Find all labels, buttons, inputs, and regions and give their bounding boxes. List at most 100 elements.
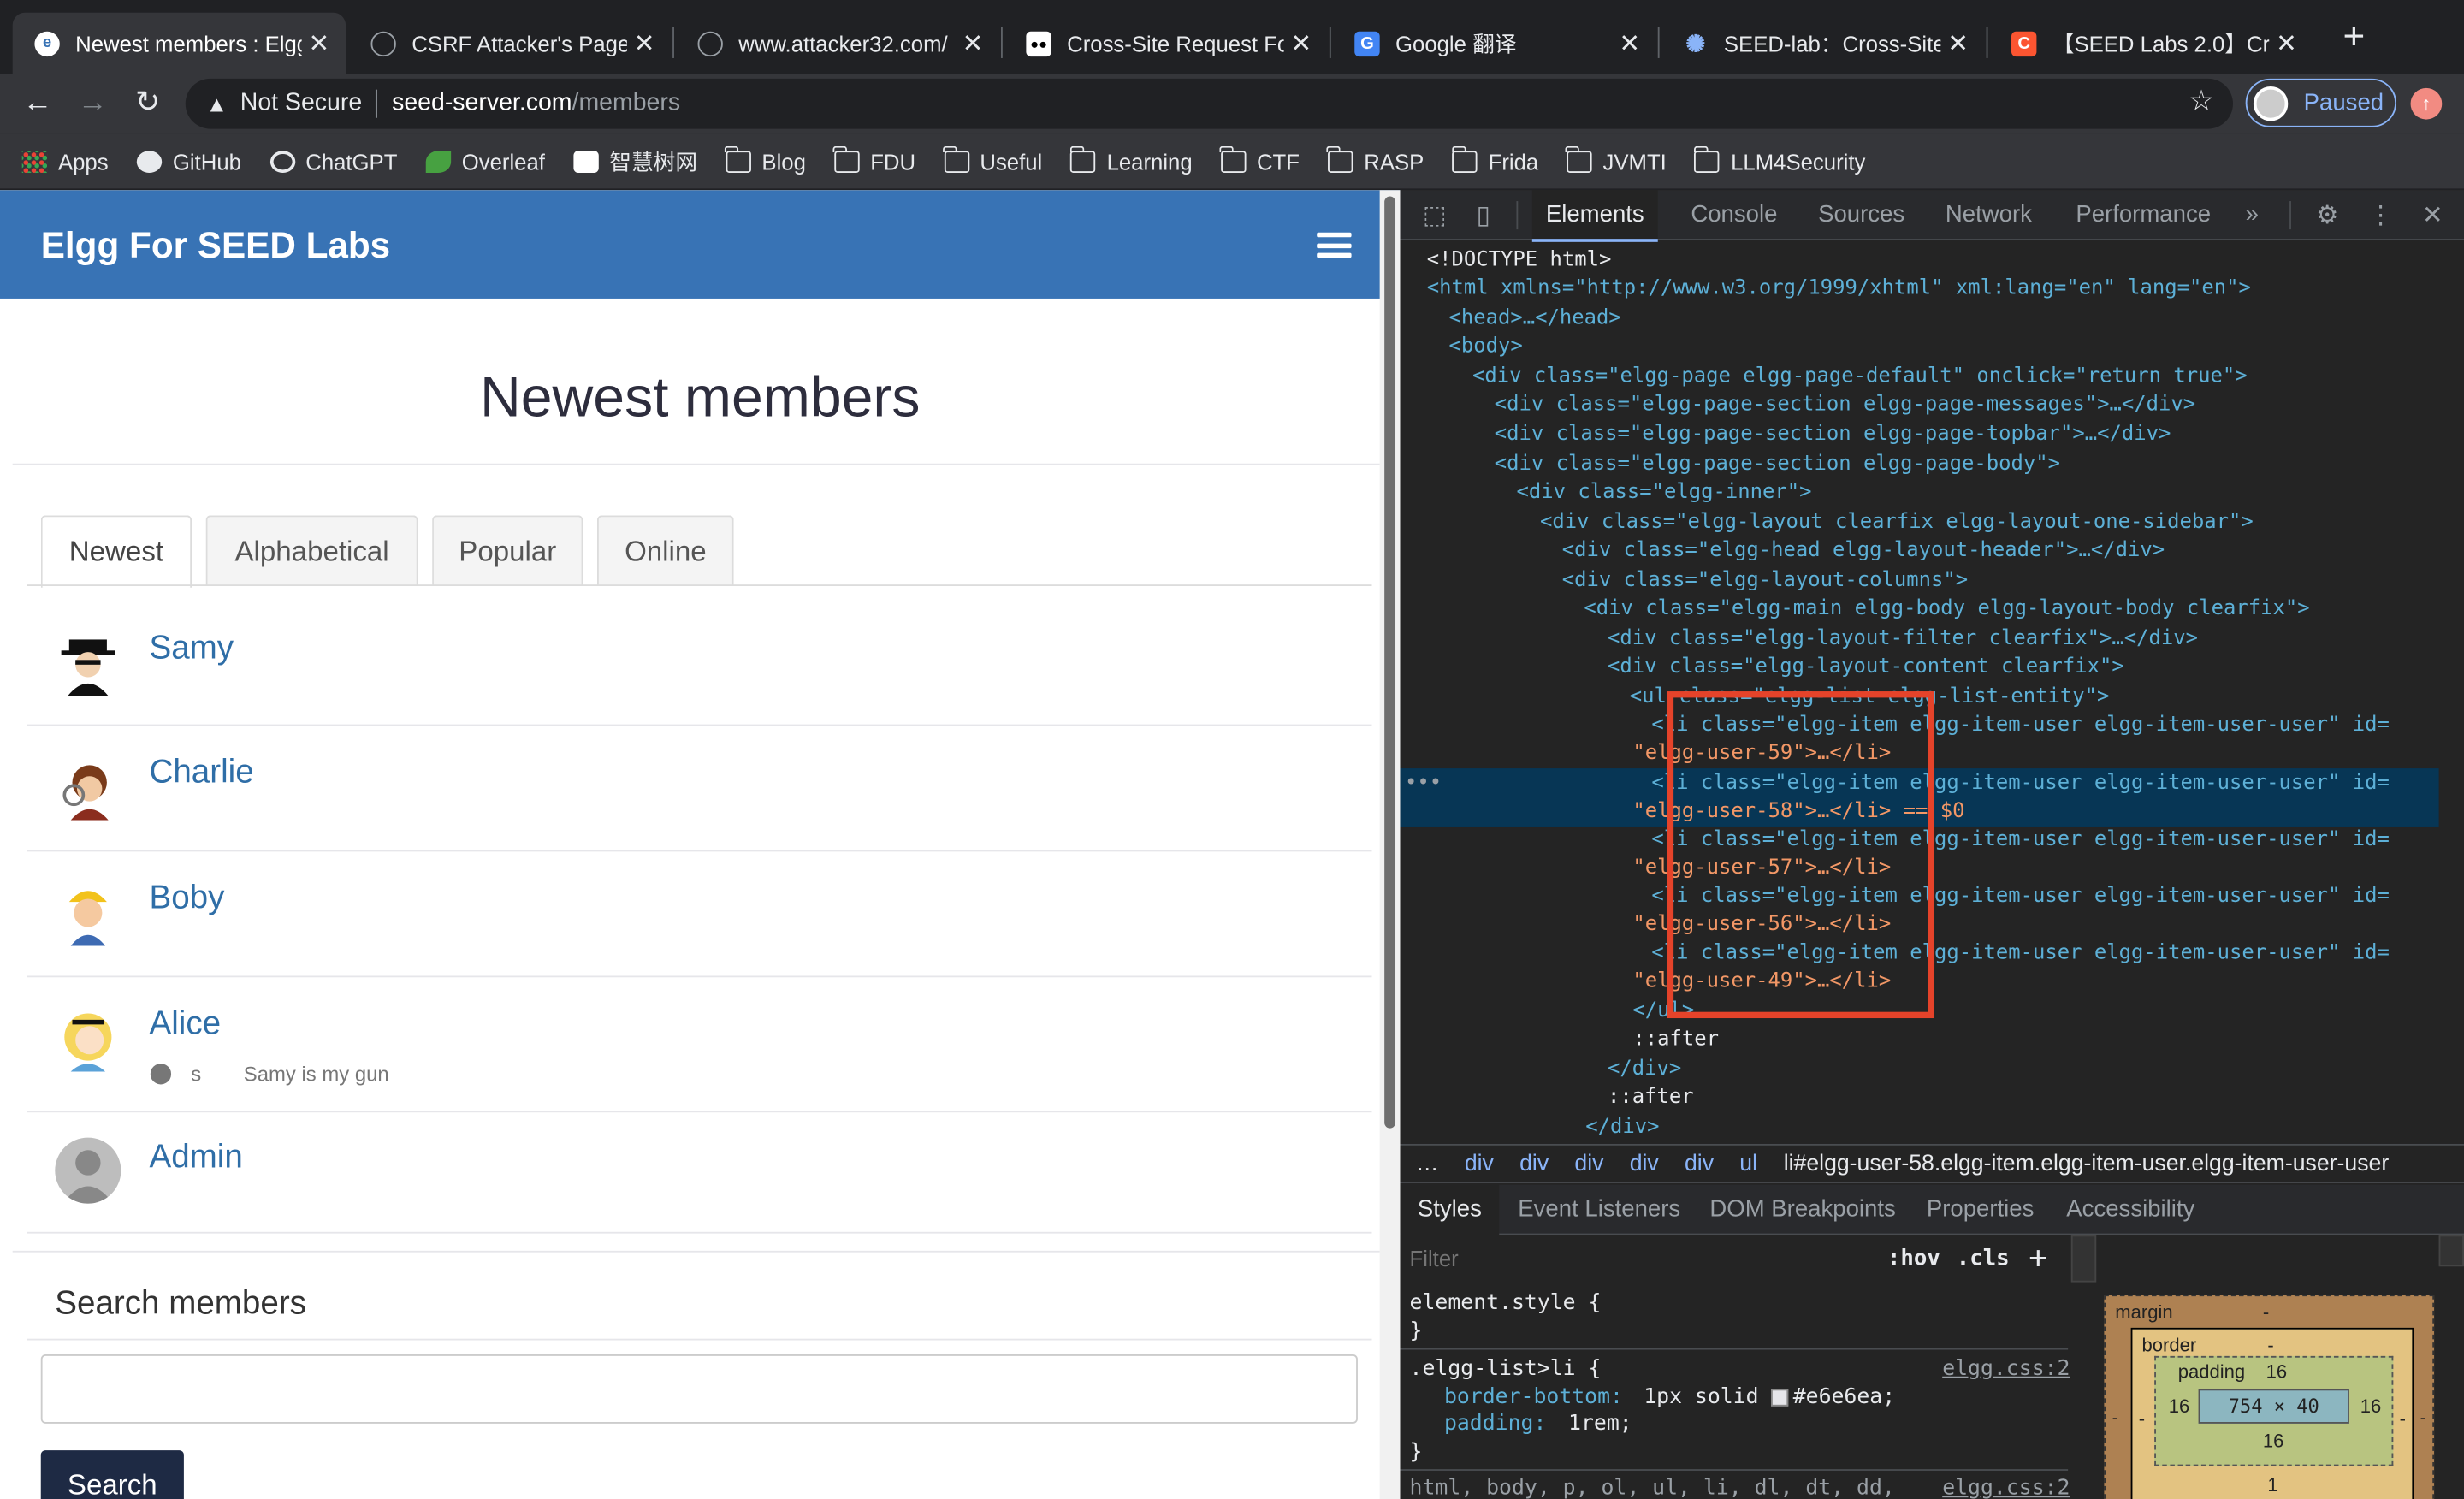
close-icon[interactable]: ✕ <box>627 27 661 59</box>
bookmark-llm4security[interactable]: LLM4Security <box>1693 145 1865 174</box>
padding-box[interactable]: padding 16 16 16 16 754 × 40 <box>2154 1355 2394 1466</box>
avatar[interactable] <box>55 880 121 946</box>
avatar[interactable] <box>55 630 121 696</box>
tab-network[interactable]: Network <box>1946 190 2032 240</box>
bookmark-ctf[interactable]: CTF <box>1219 145 1300 174</box>
dom-line[interactable]: <div class="elgg-layout-filter clearfix"… <box>1608 625 2198 655</box>
css-property[interactable]: padding: <box>1444 1409 1546 1437</box>
tab-attacker32[interactable]: www.attacker32.com/ ✕ <box>676 13 999 74</box>
tab-newest[interactable]: Newest <box>40 515 192 588</box>
tab-styles[interactable]: Styles <box>1400 1184 1500 1235</box>
close-icon[interactable]: ✕ <box>1284 27 1318 59</box>
rule-source-link[interactable]: elgg.css:2 <box>1942 1354 2070 1383</box>
avatar[interactable] <box>55 1005 121 1072</box>
close-icon[interactable]: ✕ <box>302 27 336 59</box>
more-tabs-icon[interactable]: » <box>2246 190 2259 240</box>
styles-scrollbar[interactable] <box>2070 1235 2097 1283</box>
bookmark-frida[interactable]: Frida <box>1451 145 1538 174</box>
hov-toggle[interactable]: :hov <box>1887 1246 1940 1271</box>
tab-sources[interactable]: Sources <box>1818 190 1904 240</box>
color-swatch[interactable] <box>1770 1389 1789 1407</box>
address-bar[interactable]: ▲ Not Secure seed-server.com /members ☆ <box>185 78 2233 129</box>
dom-line[interactable]: <div class="elgg-layout-columns"> <box>1562 567 1968 596</box>
dom-line[interactable]: <div class="elgg-page-section elgg-page-… <box>1495 421 2171 450</box>
kebab-menu-icon[interactable]: ⋮ <box>2365 199 2396 231</box>
close-icon[interactable]: ✕ <box>2417 199 2449 231</box>
breadcrumb-item[interactable]: … <box>1416 1146 1439 1183</box>
dom-line[interactable]: <body> <box>1448 333 1522 362</box>
css-value[interactable]: 1px solid <box>1644 1383 1758 1411</box>
device-toolbar-icon[interactable]: ▯ <box>1468 199 1500 231</box>
search-button[interactable]: Search <box>40 1450 184 1499</box>
dom-line[interactable]: <div class="elgg-page elgg-page-default"… <box>1472 363 2248 392</box>
css-property[interactable]: border-bottom: <box>1444 1383 1623 1411</box>
update-icon[interactable]: ↑ <box>2410 87 2443 120</box>
forward-arrow-icon[interactable]: → <box>71 81 115 125</box>
dom-line[interactable]: <div class="elgg-main elgg-body elgg-lay… <box>1584 595 2309 625</box>
rule-selector[interactable]: html, body, p, ol, ul, li, dl, dt, dd, <box>1410 1474 1895 1499</box>
tab-performance[interactable]: Performance <box>2076 190 2211 240</box>
breadcrumb-item[interactable]: div <box>1574 1146 1603 1183</box>
breadcrumb-item[interactable]: ul <box>1739 1146 1757 1183</box>
member-name-link[interactable]: Alice <box>149 1005 221 1043</box>
profile-button[interactable]: Paused <box>2245 78 2397 127</box>
tab-online[interactable]: Online <box>596 515 734 587</box>
dom-line[interactable]: </div> <box>1608 1056 1681 1085</box>
css-color-value[interactable]: #e6e6ea; <box>1793 1383 1895 1411</box>
bookmark-blog[interactable]: Blog <box>725 145 806 174</box>
tab-medium-csrf[interactable]: ●● Cross-Site Request Fo ✕ <box>1004 13 1328 74</box>
box-model-scrollbar[interactable] <box>2438 1235 2464 1267</box>
tab-accessibility[interactable]: Accessibility <box>2066 1185 2194 1235</box>
bookmark-chatgpt[interactable]: ChatGPT <box>269 149 397 174</box>
bookmark-overleaf[interactable]: Overleaf <box>425 149 545 174</box>
member-name-link[interactable]: Boby <box>149 880 224 917</box>
member-name-link[interactable]: Samy <box>149 630 234 667</box>
site-logo[interactable]: Elgg For SEED Labs <box>41 225 390 268</box>
breadcrumb-item[interactable]: div <box>1465 1146 1494 1183</box>
tab-csrf-attacker[interactable]: CSRF Attacker's Page ✕ <box>349 13 672 74</box>
inspect-element-icon[interactable]: ⬚ <box>1419 199 1451 231</box>
dom-line[interactable]: <div class="elgg-layout clearfix elgg-la… <box>1540 509 2254 538</box>
rule-selector[interactable]: .elgg-list>li { <box>1410 1354 1602 1383</box>
hamburger-menu-icon[interactable] <box>1317 232 1352 258</box>
tab-popular[interactable]: Popular <box>432 515 583 587</box>
bookmark-useful[interactable]: Useful <box>943 145 1042 174</box>
member-name-link[interactable]: Charlie <box>149 755 253 792</box>
dom-line[interactable]: <div class="elgg-inner"> <box>1516 479 1811 508</box>
close-icon[interactable]: ✕ <box>1612 27 1646 59</box>
breadcrumb-item[interactable]: div <box>1685 1146 1714 1183</box>
avatar[interactable] <box>55 1137 121 1204</box>
border-box[interactable]: border - - - 1 padding 16 16 16 16 754 ×… <box>2130 1327 2414 1499</box>
dom-line[interactable]: ::after <box>1632 1026 1719 1055</box>
bookmark-jvmti[interactable]: JVMTI <box>1566 145 1667 174</box>
cls-toggle[interactable]: .cls <box>1957 1246 2010 1271</box>
styles-filter-input[interactable] <box>1409 1241 1850 1277</box>
close-icon[interactable]: ✕ <box>2269 27 2303 59</box>
tab-elements[interactable]: Elements <box>1531 190 1658 242</box>
dom-line[interactable]: <div class="elgg-head elgg-layout-header… <box>1562 537 2165 566</box>
tab-console[interactable]: Console <box>1691 190 1777 240</box>
dom-line[interactable]: <div class="elgg-layout-content clearfix… <box>1608 654 2124 683</box>
bookmark-star-icon[interactable]: ☆ <box>2189 85 2214 118</box>
tab-properties[interactable]: Properties <box>1927 1185 2035 1235</box>
ellipsis-icon[interactable]: ••• <box>1405 770 1442 799</box>
bookmark-rasp[interactable]: RASP <box>1326 145 1424 174</box>
dom-line[interactable]: <head>…</head> <box>1448 305 1620 334</box>
dom-line[interactable]: <html xmlns="http://www.w3.org/1999/xhtm… <box>1427 275 2251 304</box>
member-name-link[interactable]: Admin <box>149 1139 242 1176</box>
dom-line[interactable]: <div class="elgg-page-section elgg-page-… <box>1495 391 2195 420</box>
page-scrollbar[interactable] <box>1379 190 1401 1499</box>
scrollbar-thumb[interactable] <box>1384 196 1396 1129</box>
breadcrumb-item[interactable]: li#elgg-user-58.elgg-item.elgg-item-user… <box>1784 1146 2390 1183</box>
bookmark-fdu[interactable]: FDU <box>832 145 915 174</box>
bookmark-learning[interactable]: Learning <box>1069 145 1193 174</box>
tab-csdn-seed-labs[interactable]: C 【SEED Labs 2.0】Cro ✕ <box>1989 13 2313 74</box>
tab-seed-lab[interactable]: ✺ SEED-lab：Cross-Site ✕ <box>1661 13 1984 74</box>
dom-line[interactable]: </div> <box>1585 1114 1659 1143</box>
breadcrumb-item[interactable]: div <box>1519 1146 1549 1183</box>
content-box[interactable]: 754 × 40 <box>2198 1389 2349 1424</box>
dom-line[interactable]: ::after <box>1608 1084 1694 1113</box>
bookmark-apps[interactable]: Apps <box>21 149 109 174</box>
rule-source-link[interactable]: elgg.css:2 <box>1942 1474 2070 1499</box>
tab-google-translate[interactable]: G Google 翻译 ✕ <box>1333 13 1656 74</box>
